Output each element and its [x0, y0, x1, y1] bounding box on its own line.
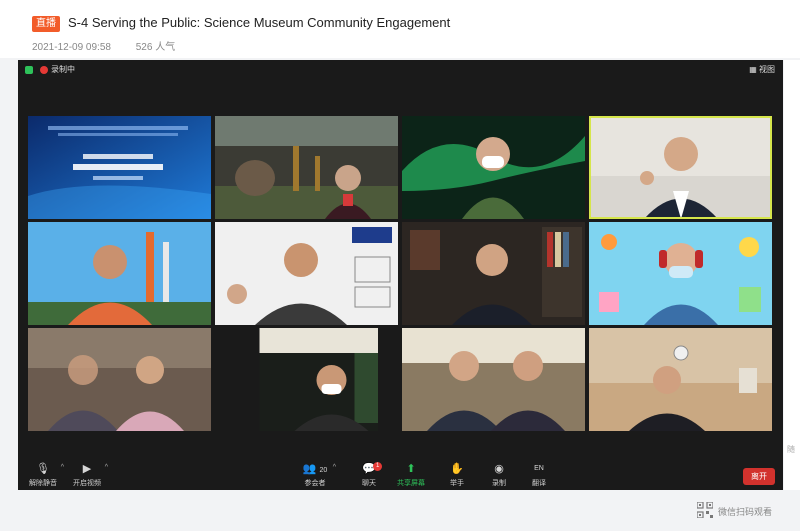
unmute-button[interactable]: 🎙 ^ 解除静音 [26, 463, 64, 488]
video-tile-two-women [28, 328, 211, 431]
record-label: 录制 [492, 480, 506, 487]
video-player[interactable]: 录制中 ▦ 视图 🎙 ^ 解除静音 ▶ ^ 开启视频 👥 20 ^ 参会者 💬 … [18, 60, 783, 490]
video-tile-two-men [402, 328, 585, 431]
record-button[interactable]: ◉ 录制 [482, 463, 516, 488]
stream-date: 2021-12-09 09:58 [32, 42, 111, 53]
qr-code-icon[interactable] [697, 502, 713, 518]
video-tile-slide [28, 116, 211, 219]
live-badge: 直播 [32, 16, 60, 32]
scan-to-watch-label[interactable]: 微信扫码观看 [718, 505, 772, 518]
language-code: EN [534, 465, 544, 472]
recording-dot-icon [40, 66, 48, 74]
meeting-toolbar: 🎙 ^ 解除静音 ▶ ^ 开启视频 👥 20 ^ 参会者 💬 1 聊天 ⬆ 共享… [18, 460, 783, 490]
stream-title: S-4 Serving the Public: Science Museum C… [68, 15, 451, 30]
share-screen-button[interactable]: ⬆ 共享屏幕 [394, 463, 428, 488]
video-tile-dark-room [238, 328, 378, 431]
chat-button[interactable]: 💬 1 聊天 [352, 462, 386, 488]
language-label: 翻译 [532, 480, 546, 487]
video-tile-bookshelf [402, 222, 585, 325]
share-screen-icon: ⬆ [406, 463, 416, 475]
record-icon: ◉ [494, 463, 504, 475]
video-tile-active-speaker [589, 116, 772, 219]
security-shield-icon [25, 66, 33, 74]
live-stream-page: 直播 S-4 Serving the Public: Science Museu… [0, 0, 800, 531]
participants-button[interactable]: 👥 20 ^ 参会者 [298, 463, 336, 488]
recording-label: 录制中 [51, 65, 75, 74]
meeting-top-bar: 录制中 ▦ 视图 [18, 60, 783, 80]
share-screen-label: 共享屏幕 [397, 480, 425, 487]
video-tile-illustration [589, 222, 772, 325]
participants-icon: 👥 20 [302, 463, 328, 475]
video-tile-museum [215, 116, 398, 219]
chat-label: 聊天 [362, 480, 376, 487]
view-button[interactable]: ▦ 视图 [749, 64, 775, 75]
start-video-label: 开启视频 [73, 480, 101, 487]
video-tile-tower [28, 222, 211, 325]
video-gallery [28, 116, 773, 436]
hand-icon: ✋ [450, 463, 464, 475]
start-video-button[interactable]: ▶ ^ 开启视频 [70, 463, 108, 488]
unmute-label: 解除静音 [29, 480, 57, 487]
participants-count: 20 [319, 467, 328, 474]
language-icon: EN [522, 463, 556, 475]
video-tile-office [589, 328, 772, 431]
side-panel[interactable] [784, 60, 800, 490]
camera-off-icon: ▶ [82, 463, 92, 475]
raise-hand-label: 举手 [450, 480, 464, 487]
view-count: 526 人气 [135, 42, 176, 53]
language-button[interactable]: EN 翻译 [522, 463, 556, 488]
stream-meta: 2021-12-09 09:58 526 人气 [32, 38, 197, 53]
raise-hand-button[interactable]: ✋ 举手 [440, 463, 474, 488]
stream-header: 直播 S-4 Serving the Public: Science Museu… [0, 0, 800, 58]
microphone-muted-icon: 🎙 [36, 463, 50, 475]
video-tile-nsm [215, 222, 398, 325]
participants-label: 参会者 [304, 480, 326, 487]
chevron-up-icon[interactable]: ^ [105, 464, 108, 471]
chevron-up-icon[interactable]: ^ [61, 464, 64, 471]
side-panel-label: 随 [787, 445, 795, 454]
chevron-up-icon[interactable]: ^ [333, 464, 336, 471]
video-tile-aurora [402, 116, 585, 219]
view-button-label: 视图 [759, 65, 775, 74]
leave-button[interactable]: 离开 [743, 468, 775, 485]
